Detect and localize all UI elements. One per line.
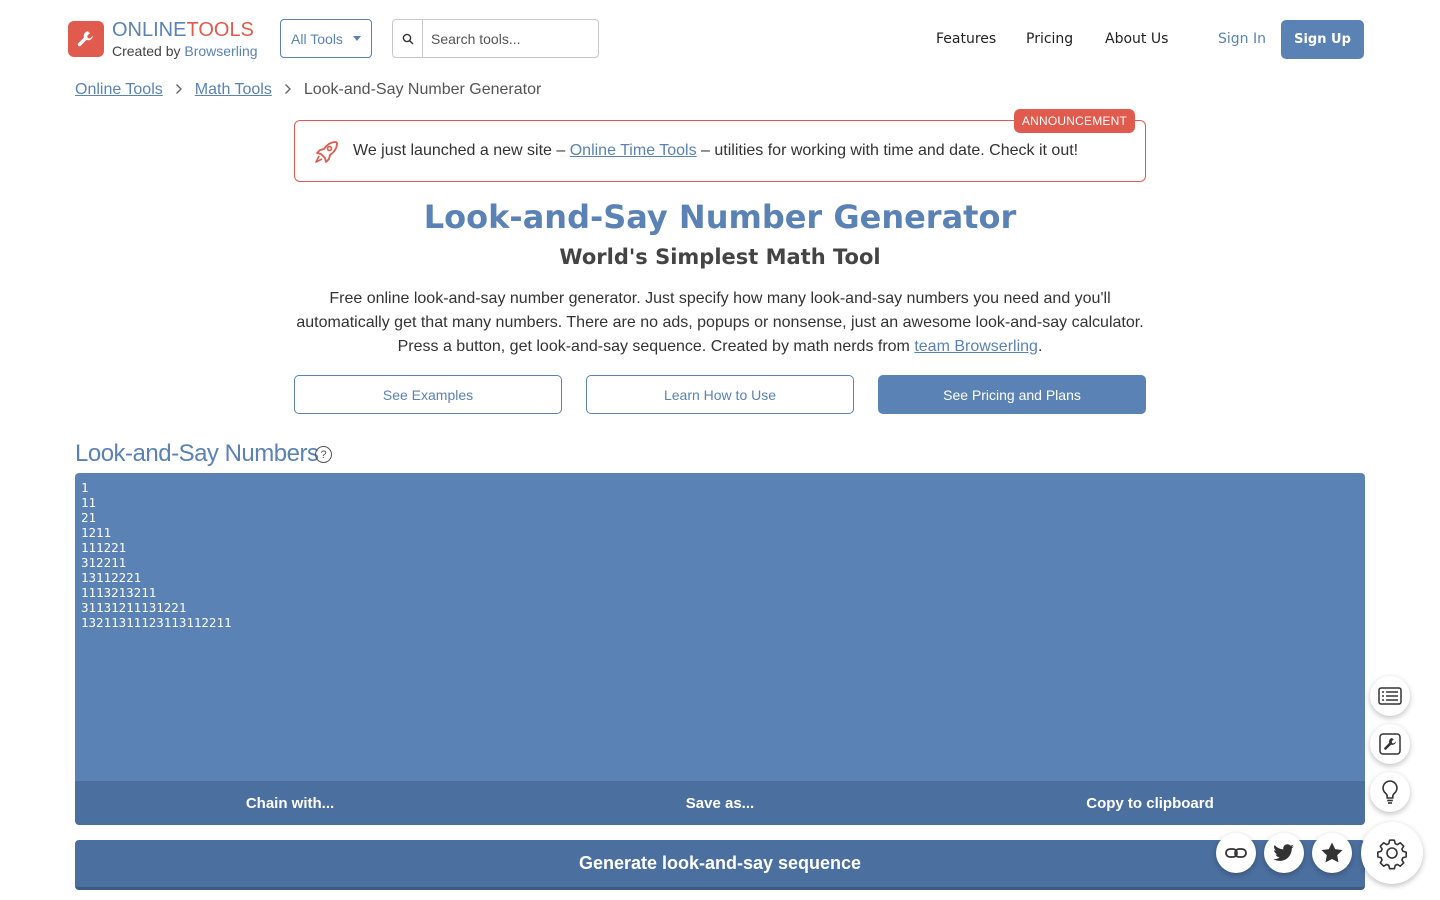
- generate-button[interactable]: Generate look-and-say sequence: [75, 840, 1365, 890]
- announcement-badge: ANNOUNCEMENT: [1013, 109, 1135, 133]
- list-icon[interactable]: [1370, 676, 1410, 716]
- rocket-icon: [315, 141, 338, 163]
- sign-in-link[interactable]: Sign In: [1218, 31, 1266, 47]
- online-time-tools-link[interactable]: Online Time Tools: [570, 142, 697, 159]
- output-line: 13211311123113112211: [81, 615, 232, 630]
- created-by-label: Created by: [112, 43, 185, 59]
- chevron-right-icon: [284, 82, 292, 99]
- announcement-text: We just launched a new site – Online Tim…: [353, 142, 1078, 160]
- output-line: 312211: [81, 555, 127, 570]
- output-textarea[interactable]: 1 11 21 1211 111221 312211 13112221 1113…: [75, 473, 1365, 781]
- nav-features[interactable]: Features: [936, 31, 996, 47]
- search-icon-container: [393, 20, 423, 57]
- wrench-icon[interactable]: [1370, 724, 1410, 764]
- chain-with-button[interactable]: Chain with...: [75, 781, 505, 825]
- brand-tagline: Created by Browserling: [112, 44, 258, 58]
- output-line: 111221: [81, 540, 127, 555]
- brand-name-online: ONLINE: [112, 19, 187, 41]
- nav-about-us[interactable]: About Us: [1105, 31, 1168, 47]
- announcement-text-before: We just launched a new site –: [353, 142, 570, 159]
- search-input[interactable]: [423, 20, 593, 57]
- lightbulb-icon[interactable]: [1370, 772, 1410, 812]
- sign-up-button[interactable]: Sign Up: [1281, 20, 1364, 59]
- output-action-bar: Chain with... Save as... Copy to clipboa…: [75, 781, 1365, 825]
- logo-text[interactable]: ONLINETOOLS Created by Browserling: [112, 20, 258, 58]
- output-line: 11: [81, 495, 97, 510]
- announcement-text-after: – utilities for working with time and da…: [696, 142, 1079, 159]
- output-line: 1113213211: [81, 585, 157, 600]
- caret-down-icon: [352, 36, 361, 41]
- brand-name-tools: TOOLS: [186, 19, 254, 41]
- save-as-button[interactable]: Save as...: [505, 781, 935, 825]
- search-box: [392, 19, 599, 58]
- browserling-link[interactable]: Browserling: [184, 43, 257, 59]
- all-tools-label: All Tools: [291, 30, 343, 47]
- learn-how-to-use-button[interactable]: Learn How to Use: [586, 375, 854, 414]
- team-browserling-link[interactable]: team Browserling: [914, 338, 1038, 355]
- twitter-icon[interactable]: [1264, 833, 1304, 873]
- tool-heading: Look-and-Say Numbers: [75, 440, 319, 467]
- breadcrumb: Online Tools Math Tools Look-and-Say Num…: [75, 81, 541, 99]
- copy-to-clipboard-button[interactable]: Copy to clipboard: [935, 781, 1365, 825]
- output-line: 13112221: [81, 570, 142, 585]
- page-subtitle: World's Simplest Math Tool: [559, 245, 881, 269]
- star-icon[interactable]: [1312, 833, 1352, 873]
- announcement-banner: ANNOUNCEMENT We just launched a new site…: [294, 109, 1146, 182]
- breadcrumb-math-tools[interactable]: Math Tools: [195, 81, 272, 99]
- chevron-right-icon: [175, 82, 183, 99]
- gear-icon[interactable]: [1361, 822, 1423, 884]
- brand-name: ONLINETOOLS: [112, 20, 258, 40]
- all-tools-dropdown[interactable]: All Tools: [280, 19, 372, 58]
- breadcrumb-current: Look-and-Say Number Generator: [303, 81, 542, 98]
- search-icon: [402, 33, 413, 44]
- help-icon[interactable]: ?: [315, 446, 332, 463]
- link-icon[interactable]: [1216, 833, 1256, 873]
- description-end: .: [1037, 338, 1043, 355]
- wrench-logo-icon: [77, 31, 93, 47]
- page-title: Look-and-Say Number Generator: [423, 198, 1017, 236]
- page-description: Free online look-and-say number generato…: [290, 287, 1150, 359]
- output-line: 21: [81, 510, 97, 525]
- nav-pricing[interactable]: Pricing: [1026, 31, 1073, 47]
- output-line: 1: [81, 480, 89, 495]
- see-pricing-button[interactable]: See Pricing and Plans: [878, 375, 1146, 414]
- logo[interactable]: [68, 21, 104, 57]
- output-line: 31131211131221: [81, 600, 187, 615]
- output-line: 1211: [81, 525, 112, 540]
- breadcrumb-online-tools[interactable]: Online Tools: [75, 81, 163, 99]
- see-examples-button[interactable]: See Examples: [294, 375, 562, 414]
- site-header: ONLINETOOLS Created by Browserling All T…: [0, 0, 1440, 78]
